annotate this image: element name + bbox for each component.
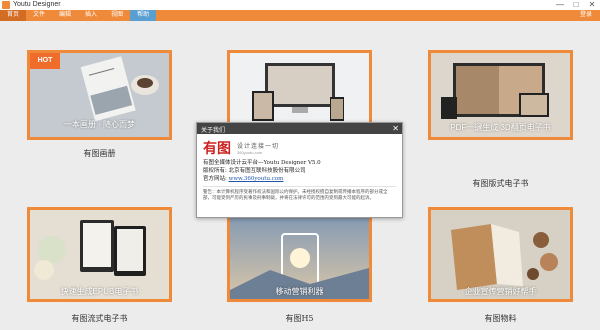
close-window-button[interactable]: ✕ [584, 0, 600, 10]
card-flow-ebook[interactable]: 快速生成EPUB电子书 有图流式电子书 [27, 207, 172, 327]
dialog-close-button[interactable]: ✕ [392, 123, 399, 134]
app-logo-icon [2, 1, 10, 9]
card-layout-ebook-overlay: PDF一键生成 3D翻页电子书 [450, 123, 551, 132]
login-link[interactable]: 登录 [580, 10, 592, 21]
about-dialog: 关于我们 ✕ 有图 设计连接一切 360youtu.com 有图全媒体设计云平台… [196, 122, 403, 218]
logo-mark: 有图 [203, 141, 231, 157]
card-album-overlay: 一本画册 · 随心而梦 [63, 120, 136, 129]
card-flow-ebook-thumb[interactable]: 快速生成EPUB电子书 [27, 207, 172, 302]
dialog-header: 关于我们 ✕ [197, 123, 402, 134]
card-album-thumb[interactable]: HOT 一本画册 · 随心而梦 [27, 50, 172, 140]
card-album[interactable]: HOT 一本画册 · 随心而梦 有图画册 [27, 50, 172, 164]
menu-file[interactable]: 文件 [26, 10, 52, 21]
window-controls: — □ ✕ [552, 0, 600, 10]
website-line: 官方网站: www.360youtu.com [203, 175, 396, 183]
dialog-title: 关于我们 [201, 128, 226, 134]
menu-view[interactable]: 视图 [104, 10, 130, 21]
card-album-caption: 有图画册 [83, 149, 116, 158]
card-layout-ebook-caption: 有图版式电子书 [472, 179, 529, 188]
menu-home[interactable]: 首页 [0, 10, 27, 21]
card-flow-ebook-caption: 有图流式电子书 [71, 314, 128, 323]
menu-edit[interactable]: 编辑 [52, 10, 78, 21]
card-materials-overlay: 企业宣传营销好帮手 [464, 287, 537, 296]
maximize-button[interactable]: □ [568, 0, 584, 10]
card-layout-ebook-thumb[interactable]: PDF一键生成 3D翻页电子书 [428, 50, 573, 140]
company-logo: 有图 设计连接一切 360youtu.com [203, 137, 396, 159]
card-h5-thumb[interactable]: 移动营销利器 [227, 207, 372, 302]
card-flow-ebook-overlay: 快速生成EPUB电子书 [60, 287, 139, 296]
logo-slogan: 设计连接一切 360youtu.com [237, 141, 279, 155]
product-line: 有图全媒体设计云平台—Youtu Designer V5.0 [203, 160, 321, 166]
title-bar: Youtu Designer — □ ✕ [0, 0, 600, 10]
minimize-button[interactable]: — [552, 0, 568, 10]
copyright-line: 版权所有: 北京有图互联科技股份有限公司 [203, 168, 306, 174]
copyright-notice: 警告：本计算机程序受著作权法和国际公约保护。未经授权擅自复制或传播本程序的部分或… [203, 186, 396, 202]
card-layout-ebook[interactable]: PDF一键生成 3D翻页电子书 有图版式电子书 [428, 50, 573, 188]
card-materials-thumb[interactable]: 企业宣传营销好帮手 [428, 207, 573, 302]
website-link[interactable]: www.360youtu.com [229, 176, 284, 182]
card-materials[interactable]: 企业宣传营销好帮手 有图物料 [428, 207, 573, 327]
window-title: Youtu Designer [13, 1, 61, 8]
card-materials-caption: 有图物料 [484, 314, 517, 323]
menu-bar: 首页 文件 编辑 插入 视图 帮助 登录 [0, 10, 600, 21]
dialog-body: 有图 设计连接一切 360youtu.com 有图全媒体设计云平台—Youtu … [197, 134, 402, 205]
slogan-text: 设计连接一切 [237, 143, 280, 150]
card-h5-caption: 有图H5 [285, 314, 314, 323]
card-h5[interactable]: 移动营销利器 有图H5 [227, 207, 372, 327]
logo-url-text: 360youtu.com [237, 150, 263, 155]
hot-badge: HOT [30, 53, 60, 69]
menu-insert[interactable]: 插入 [78, 10, 104, 21]
card-h5-overlay: 移动营销利器 [275, 287, 324, 296]
website-label: 官方网站: [203, 176, 229, 182]
menu-help[interactable]: 帮助 [130, 10, 157, 21]
template-gallery: HOT 一本画册 · 随心而梦 有图画册 PDF一键生成 3D翻页电子书 有图版… [0, 21, 600, 330]
